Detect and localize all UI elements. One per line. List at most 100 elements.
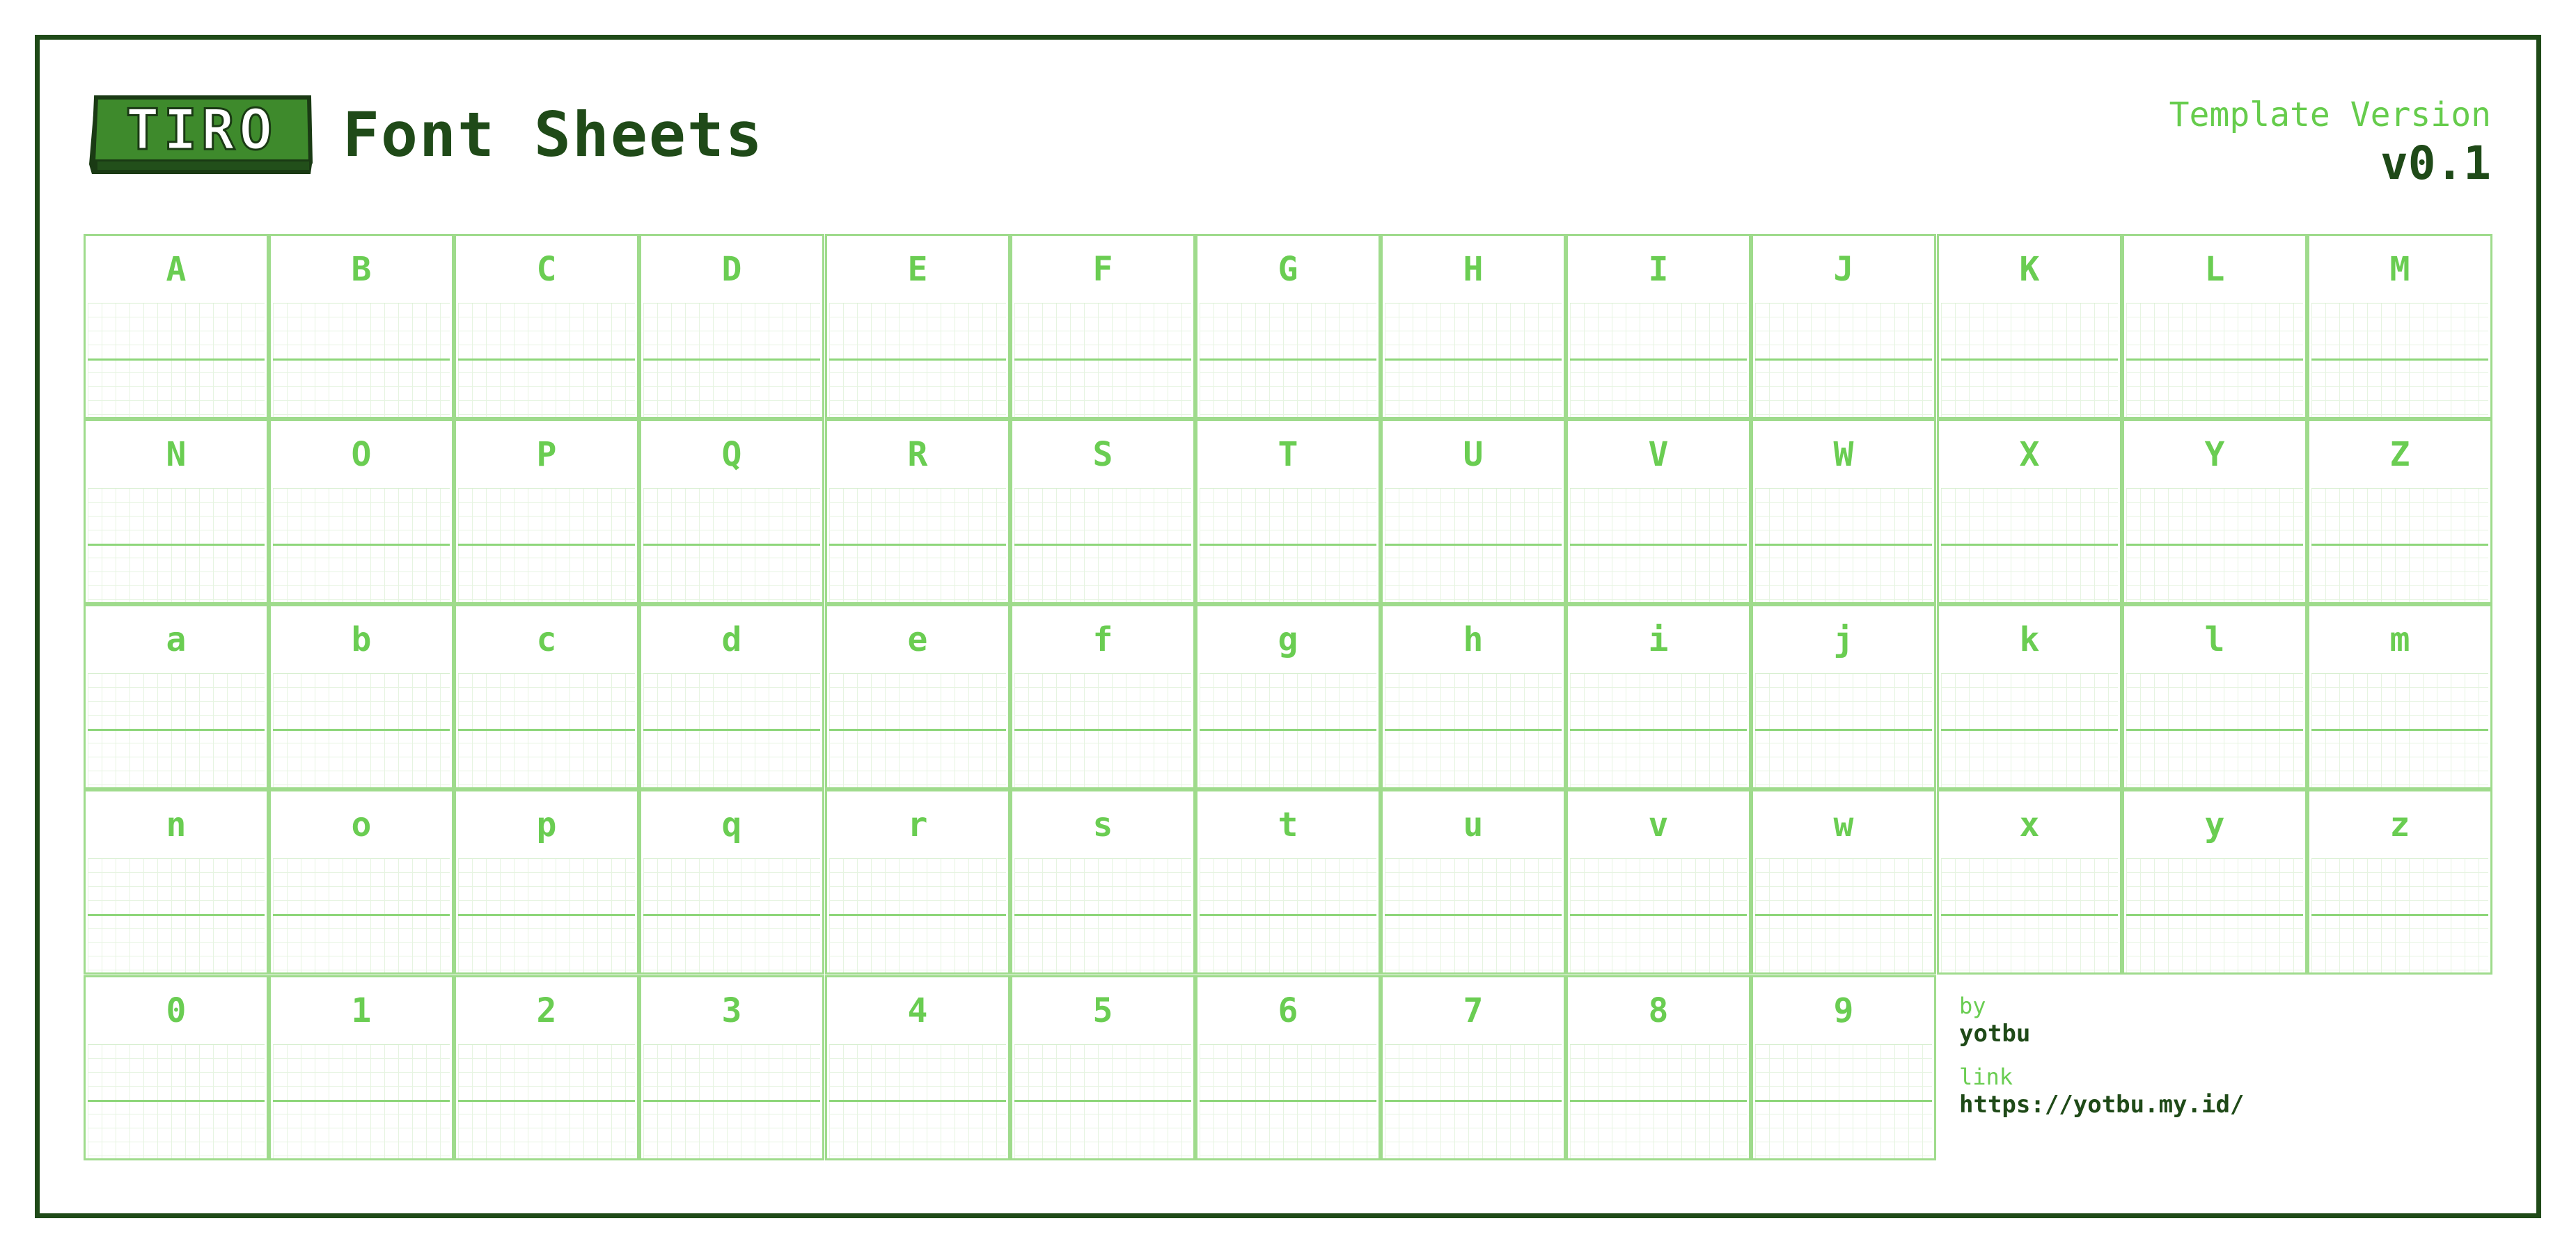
glyph-cell[interactable]: s bbox=[1010, 789, 1195, 975]
glyph-label: X bbox=[2019, 435, 2040, 474]
top-guide-line bbox=[1570, 303, 1747, 304]
top-guide-line bbox=[88, 488, 265, 489]
glyph-cell[interactable]: j bbox=[1751, 604, 1936, 789]
glyph-cell[interactable]: r bbox=[825, 789, 1010, 975]
glyph-cell[interactable]: 8 bbox=[1566, 975, 1751, 1160]
glyph-cell[interactable]: F bbox=[1010, 234, 1195, 419]
glyph-cell[interactable]: 0 bbox=[84, 975, 269, 1160]
glyph-cell[interactable]: G bbox=[1195, 234, 1381, 419]
glyph-cell[interactable]: y bbox=[2122, 789, 2307, 975]
glyph-cell[interactable]: n bbox=[84, 789, 269, 975]
baseline bbox=[273, 914, 450, 916]
glyph-cell[interactable]: d bbox=[639, 604, 824, 789]
glyph-cell[interactable]: 4 bbox=[825, 975, 1010, 1160]
glyph-cell[interactable]: b bbox=[269, 604, 454, 789]
glyph-cell[interactable]: P bbox=[454, 419, 639, 604]
top-guide-line bbox=[458, 858, 635, 859]
glyph-label: B bbox=[351, 250, 372, 289]
glyph-cell[interactable]: V bbox=[1566, 419, 1751, 604]
glyph-cell[interactable]: f bbox=[1010, 604, 1195, 789]
glyph-cell[interactable]: 3 bbox=[639, 975, 824, 1160]
glyph-cell[interactable]: g bbox=[1195, 604, 1381, 789]
glyph-cell[interactable]: J bbox=[1751, 234, 1936, 419]
glyph-cell[interactable]: 1 bbox=[269, 975, 454, 1160]
top-guide-line bbox=[1941, 303, 2118, 304]
top-guide-line bbox=[1570, 1044, 1747, 1045]
glyph-cell[interactable]: X bbox=[1937, 419, 2122, 604]
glyph-cell[interactable]: v bbox=[1566, 789, 1751, 975]
glyph-cell[interactable]: t bbox=[1195, 789, 1381, 975]
glyph-cell[interactable]: H bbox=[1381, 234, 1566, 419]
author-link[interactable]: https://yotbu.my.id/ bbox=[1959, 1090, 2447, 1119]
glyph-cell[interactable]: p bbox=[454, 789, 639, 975]
glyph-cell[interactable]: l bbox=[2122, 604, 2307, 789]
glyph-cell[interactable]: L bbox=[2122, 234, 2307, 419]
glyph-cell[interactable]: A bbox=[84, 234, 269, 419]
glyph-label: 6 bbox=[1278, 991, 1298, 1030]
baseline bbox=[1014, 729, 1191, 731]
baseline bbox=[1014, 358, 1191, 361]
glyph-cell[interactable]: h bbox=[1381, 604, 1566, 789]
glyph-cell[interactable]: D bbox=[639, 234, 824, 419]
baseline bbox=[1014, 544, 1191, 546]
top-guide-line bbox=[1570, 858, 1747, 859]
glyph-cell[interactable]: c bbox=[454, 604, 639, 789]
glyph-cell[interactable]: 7 bbox=[1381, 975, 1566, 1160]
glyph-cell[interactable]: z bbox=[2307, 789, 2492, 975]
glyph-cell[interactable]: q bbox=[639, 789, 824, 975]
glyph-label: g bbox=[1278, 620, 1298, 659]
top-guide-line bbox=[829, 303, 1006, 304]
glyph-cell[interactable]: Z bbox=[2307, 419, 2492, 604]
glyph-label: U bbox=[1463, 435, 1484, 474]
top-guide-line bbox=[458, 673, 635, 674]
glyph-cell[interactable]: R bbox=[825, 419, 1010, 604]
top-guide-line bbox=[1941, 488, 2118, 489]
glyph-cell[interactable]: B bbox=[269, 234, 454, 419]
glyph-cell[interactable]: U bbox=[1381, 419, 1566, 604]
top-guide-line bbox=[829, 858, 1006, 859]
baseline bbox=[1385, 729, 1562, 731]
top-guide-line bbox=[1014, 1044, 1191, 1045]
baseline bbox=[829, 729, 1006, 731]
glyph-cell[interactable]: T bbox=[1195, 419, 1381, 604]
glyph-cell[interactable]: e bbox=[825, 604, 1010, 789]
top-guide-line bbox=[829, 673, 1006, 674]
glyph-cell[interactable]: i bbox=[1566, 604, 1751, 789]
glyph-cell[interactable]: w bbox=[1751, 789, 1936, 975]
glyph-cell[interactable]: 9 bbox=[1751, 975, 1936, 1160]
glyph-cell[interactable]: K bbox=[1937, 234, 2122, 419]
glyph-cell[interactable]: k bbox=[1937, 604, 2122, 789]
glyph-label: r bbox=[907, 805, 928, 844]
glyph-label: M bbox=[2389, 250, 2410, 289]
top-guide-line bbox=[273, 1044, 450, 1045]
top-guide-line bbox=[273, 858, 450, 859]
glyph-cell[interactable]: C bbox=[454, 234, 639, 419]
baseline bbox=[1941, 729, 2118, 731]
glyph-cell[interactable]: I bbox=[1566, 234, 1751, 419]
glyph-cell[interactable]: 5 bbox=[1010, 975, 1195, 1160]
glyph-cell[interactable]: o bbox=[269, 789, 454, 975]
glyph-cell[interactable]: M bbox=[2307, 234, 2492, 419]
baseline bbox=[1385, 914, 1562, 916]
by-label: by bbox=[1959, 993, 1986, 1019]
top-guide-line bbox=[2311, 488, 2488, 489]
top-guide-line bbox=[2311, 303, 2488, 304]
top-guide-line bbox=[458, 303, 635, 304]
glyph-cell[interactable]: a bbox=[84, 604, 269, 789]
glyph-cell[interactable]: S bbox=[1010, 419, 1195, 604]
glyph-cell[interactable]: E bbox=[825, 234, 1010, 419]
glyph-cell[interactable]: O bbox=[269, 419, 454, 604]
glyph-cell[interactable]: x bbox=[1937, 789, 2122, 975]
glyph-cell[interactable]: W bbox=[1751, 419, 1936, 604]
glyph-cell[interactable]: m bbox=[2307, 604, 2492, 789]
glyph-cell[interactable]: N bbox=[84, 419, 269, 604]
glyph-cell[interactable]: u bbox=[1381, 789, 1566, 975]
glyph-label: n bbox=[166, 805, 187, 844]
glyph-label: 5 bbox=[1092, 991, 1113, 1030]
glyph-cell[interactable]: Y bbox=[2122, 419, 2307, 604]
glyph-label: c bbox=[536, 620, 557, 659]
glyph-cell[interactable]: Q bbox=[639, 419, 824, 604]
glyph-cell[interactable]: 6 bbox=[1195, 975, 1381, 1160]
glyph-cell[interactable]: 2 bbox=[454, 975, 639, 1160]
glyph-label: D bbox=[721, 250, 742, 289]
